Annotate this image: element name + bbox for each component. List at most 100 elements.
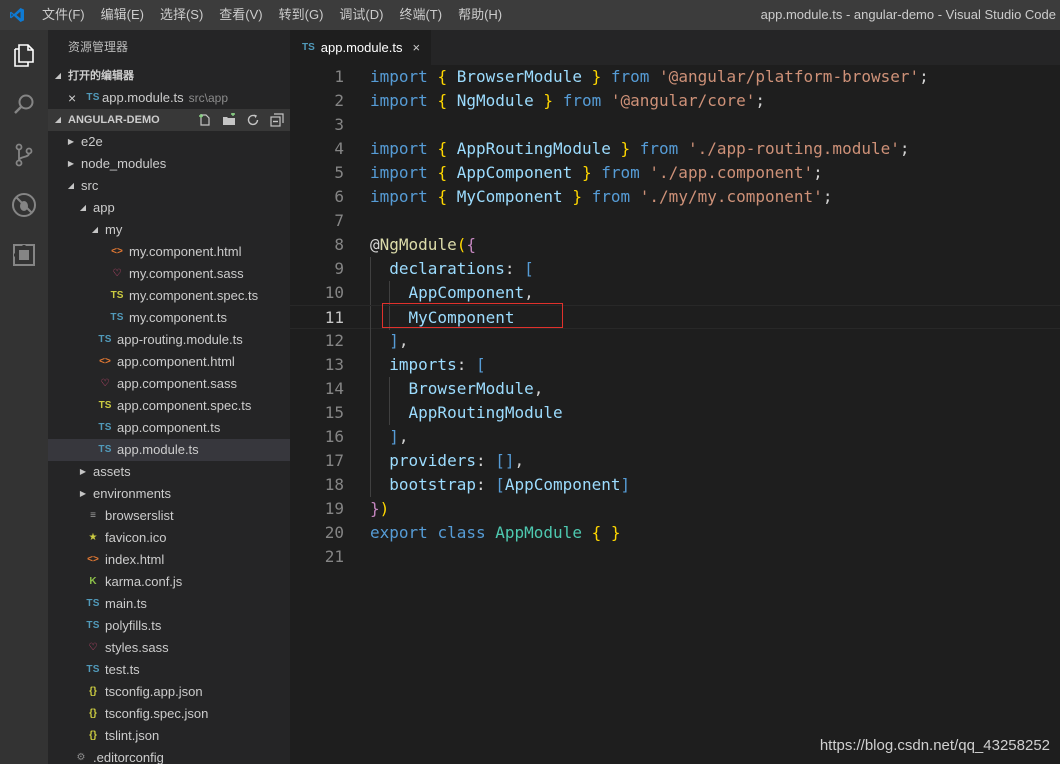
code-line[interactable]: 19}) — [290, 497, 1060, 521]
code-line[interactable]: 6 import { MyComponent } from './my/my.co… — [290, 185, 1060, 209]
code-line[interactable]: 13 imports: [ — [290, 353, 1060, 377]
code-line[interactable]: 16 ], — [290, 425, 1060, 449]
code-token: ; — [899, 139, 910, 158]
search-icon[interactable] — [0, 80, 48, 130]
chevron-right-icon[interactable]: ▶ — [64, 153, 78, 175]
menu-item[interactable]: 转到(G) — [271, 0, 332, 30]
close-icon[interactable]: × — [412, 40, 420, 55]
tree-item[interactable]: ▶ e2e — [48, 131, 290, 153]
tree-item[interactable]: ▶ assets — [48, 461, 290, 483]
tree-item[interactable]: <> my.component.html — [48, 241, 290, 263]
tree-item[interactable]: <> index.html — [48, 549, 290, 571]
extensions-icon[interactable] — [0, 230, 48, 280]
tree-item[interactable]: ▶ node_modules — [48, 153, 290, 175]
tree-item[interactable]: TS main.ts — [48, 593, 290, 615]
tree-item[interactable]: ≡ browserslist — [48, 505, 290, 527]
tree-item[interactable]: <> app.component.html — [48, 351, 290, 373]
code-line[interactable]: 7 — [290, 209, 1060, 233]
tree-item[interactable]: {} tsconfig.spec.json — [48, 703, 290, 725]
code-line[interactable]: 4 import { AppRoutingModule } from './app… — [290, 137, 1060, 161]
chevron-right-icon[interactable]: ▶ — [76, 461, 90, 483]
html-file-icon: <> — [99, 356, 111, 367]
tree-item[interactable]: {} tslint.json — [48, 725, 290, 747]
chevron-right-icon[interactable]: ▶ — [64, 131, 78, 153]
indent-guide — [370, 473, 371, 497]
menu-item[interactable]: 终端(T) — [391, 0, 450, 30]
code-line[interactable]: 1 import { BrowserModule } from '@angular… — [290, 65, 1060, 89]
tree-item[interactable]: TS polyfills.ts — [48, 615, 290, 637]
annotation-highlight-box — [382, 303, 563, 328]
tree-item[interactable]: ★ favicon.ico — [48, 527, 290, 549]
tab-app-module[interactable]: TS app.module.ts × — [290, 30, 431, 65]
tree-item[interactable]: TS app-routing.module.ts — [48, 329, 290, 351]
code-line[interactable]: 9 declarations: [ — [290, 257, 1060, 281]
code-line[interactable]: 20 export class AppModule { } — [290, 521, 1060, 545]
tree-item[interactable]: ◢ src — [48, 175, 290, 197]
chevron-down-icon[interactable]: ◢ — [88, 219, 102, 241]
tree-item[interactable]: TS my.component.spec.ts — [48, 285, 290, 307]
code-line[interactable]: 14 BrowserModule, — [290, 377, 1060, 401]
code-line[interactable]: 5 import { AppComponent } from './app.com… — [290, 161, 1060, 185]
collapse-all-icon[interactable] — [270, 113, 284, 127]
line-number: 13 — [324, 355, 344, 374]
refresh-icon[interactable] — [246, 113, 260, 127]
code-line[interactable]: 15 AppRoutingModule — [290, 401, 1060, 425]
tree-item[interactable]: ♡ styles.sass — [48, 637, 290, 659]
tree-item[interactable]: ♡ app.component.sass — [48, 373, 290, 395]
code-line[interactable]: 3 — [290, 113, 1060, 137]
tree-item[interactable]: TS test.ts — [48, 659, 290, 681]
indent-guide — [370, 449, 371, 473]
debug-icon[interactable] — [0, 180, 48, 230]
tree-item[interactable]: TS app.module.ts — [48, 439, 290, 461]
activity-bar — [0, 30, 48, 764]
code-token: ] — [389, 331, 399, 350]
menu-item[interactable]: 查看(V) — [211, 0, 270, 30]
code-line[interactable]: 18 bootstrap: [AppComponent] — [290, 473, 1060, 497]
code-line[interactable]: 17 providers: [], — [290, 449, 1060, 473]
new-file-icon[interactable] — [198, 113, 212, 127]
tree-item[interactable]: TS app.component.ts — [48, 417, 290, 439]
explorer-icon[interactable] — [0, 30, 48, 80]
indent-guide — [370, 281, 371, 305]
code-line[interactable]: 12 ], — [290, 329, 1060, 353]
code-token: } — [620, 139, 631, 158]
line-number: 18 — [324, 475, 344, 494]
tree-item[interactable]: ▶ environments — [48, 483, 290, 505]
tree-item[interactable]: ◢ my — [48, 219, 290, 241]
tree-item[interactable]: TS app.component.spec.ts — [48, 395, 290, 417]
tree-item-label: app.component.spec.ts — [117, 398, 252, 413]
menu-item[interactable]: 文件(F) — [34, 0, 93, 30]
close-icon[interactable]: × — [68, 87, 84, 109]
open-editor-item[interactable]: × TS app.module.ts src\app — [48, 87, 290, 109]
menu-item[interactable]: 帮助(H) — [450, 0, 510, 30]
menu-item[interactable]: 选择(S) — [152, 0, 211, 30]
tree-item[interactable]: TS my.component.ts — [48, 307, 290, 329]
code-line[interactable]: 8 @NgModule({ — [290, 233, 1060, 257]
chevron-down-icon[interactable]: ◢ — [76, 197, 90, 219]
project-header[interactable]: ◢ ANGULAR-DEMO — [48, 109, 290, 131]
code-text: export class AppModule { } — [370, 521, 621, 545]
tree-item[interactable]: Kkarma.conf.js — [48, 571, 290, 593]
line-number: 9 — [334, 259, 344, 278]
tree-item[interactable]: {} tsconfig.app.json — [48, 681, 290, 703]
code-line[interactable]: 2 import { NgModule } from '@angular/core… — [290, 89, 1060, 113]
code-line[interactable]: 21 — [290, 545, 1060, 569]
chevron-right-icon[interactable]: ▶ — [76, 483, 90, 505]
tree-item[interactable]: ♡ my.component.sass — [48, 263, 290, 285]
source-control-icon[interactable] — [0, 130, 48, 180]
new-folder-icon[interactable] — [222, 113, 236, 127]
open-editors-header[interactable]: ◢ 打开的编辑器 — [48, 65, 290, 87]
tree-item[interactable]: ◢ app — [48, 197, 290, 219]
chevron-down-icon[interactable]: ◢ — [64, 175, 78, 197]
tree-item[interactable]: ⚙ .editorconfig — [48, 747, 290, 764]
menu-item[interactable]: 调试(D) — [331, 0, 391, 30]
menu-item[interactable]: 编辑(E) — [93, 0, 152, 30]
code-token: bootstrap — [389, 475, 476, 494]
code-line[interactable]: 10 AppComponent, — [290, 281, 1060, 305]
code-editor[interactable]: 1 import { BrowserModule } from '@angular… — [290, 65, 1060, 764]
